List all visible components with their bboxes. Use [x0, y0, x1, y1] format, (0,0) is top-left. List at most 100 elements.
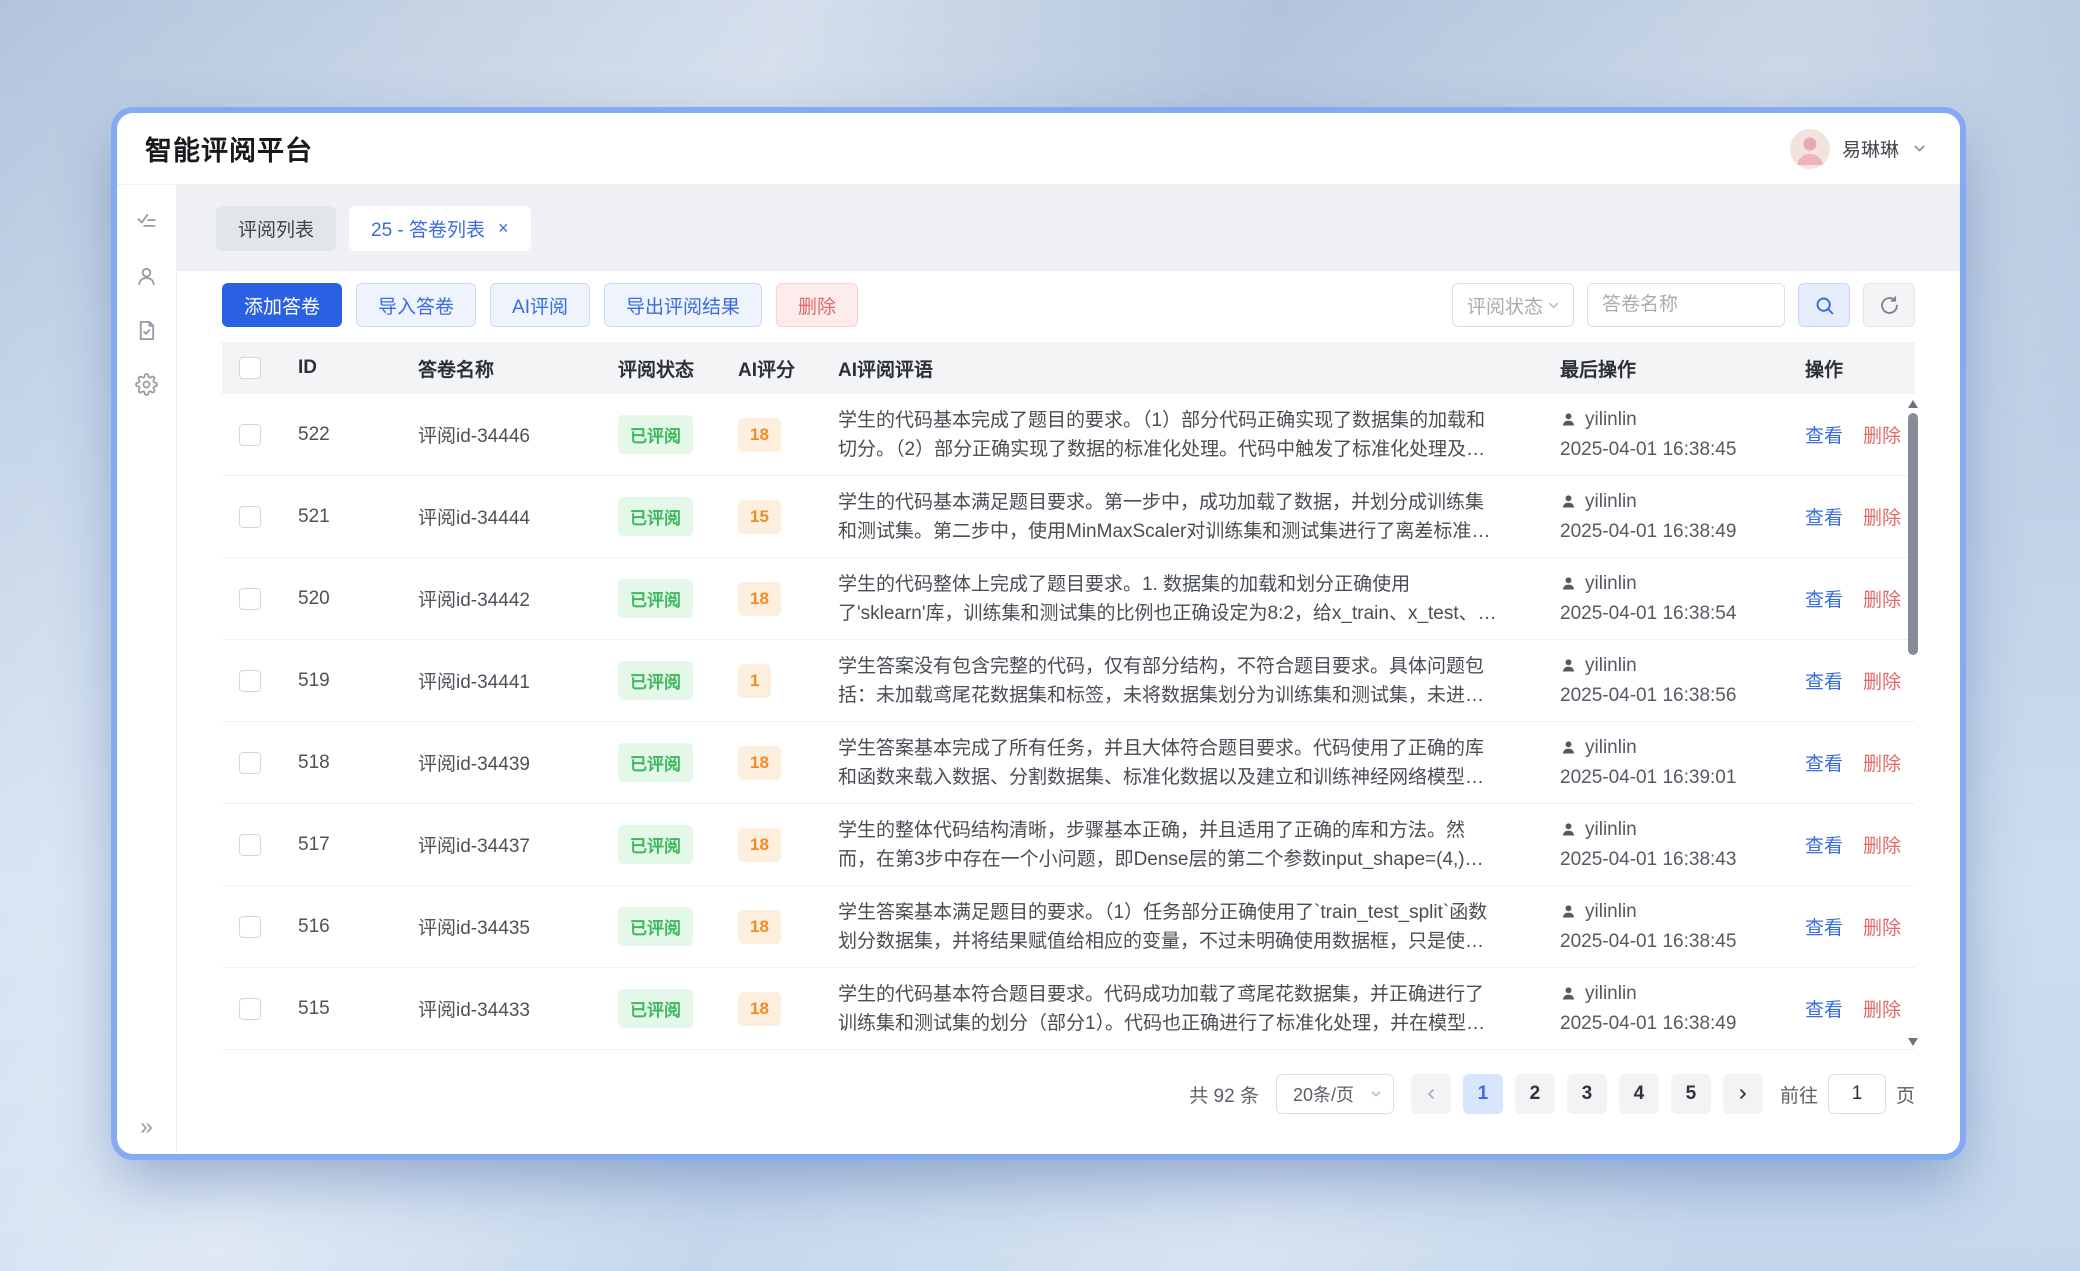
tab-bar: 评阅列表 25 - 答卷列表 × [177, 185, 1960, 271]
refresh-button[interactable] [1863, 283, 1915, 327]
page-button-3[interactable]: 3 [1567, 1074, 1607, 1114]
row-id: 522 [278, 424, 398, 446]
status-badge: 已评阅 [618, 661, 693, 700]
page-button-5[interactable]: 5 [1671, 1074, 1711, 1114]
row-operator: yilinlin [1585, 487, 1637, 517]
next-page-button[interactable] [1723, 1074, 1763, 1114]
table-row: 518 评阅id-34439 已评阅 18 学生答案基本完成了所有任务，并且大体… [222, 722, 1915, 804]
row-lastop: yilinlin 2025-04-01 16:38:43 [1540, 815, 1785, 875]
document-check-icon[interactable] [135, 319, 158, 342]
person-icon [1560, 575, 1577, 592]
col-id: ID [278, 357, 398, 379]
scroll-down-icon[interactable] [1908, 1038, 1918, 1046]
col-comment: AI评阅评语 [818, 355, 1540, 382]
filter-controls: 评阅状态 [1452, 283, 1915, 327]
total-count: 共 92 条 [1189, 1081, 1259, 1108]
tab-label: 25 - 答卷列表 [371, 215, 485, 242]
user-icon[interactable] [135, 265, 158, 288]
checklist-icon[interactable] [135, 211, 158, 234]
sidebar-expand-icon[interactable]: » [140, 1115, 153, 1138]
person-icon [1560, 575, 1577, 592]
row-lastop: yilinlin 2025-04-01 16:38:49 [1540, 979, 1785, 1039]
view-link[interactable]: 查看 [1805, 667, 1843, 694]
status-badge: 已评阅 [618, 743, 693, 782]
row-comment: 学生答案基本完成了所有任务，并且大体符合题目要求。代码使用了正确的库和函数来载入… [818, 734, 1540, 792]
delete-link[interactable]: 删除 [1863, 913, 1901, 940]
row-actions: 查看 删除 [1785, 585, 1915, 612]
view-link[interactable]: 查看 [1805, 585, 1843, 612]
view-link[interactable]: 查看 [1805, 749, 1843, 776]
delete-link[interactable]: 删除 [1863, 667, 1901, 694]
person-icon [1560, 821, 1577, 838]
app-title: 智能评阅平台 [145, 129, 313, 168]
tab-review-list[interactable]: 评阅列表 [216, 206, 336, 251]
delete-link[interactable]: 删除 [1863, 749, 1901, 776]
row-checkbox[interactable] [239, 506, 261, 528]
status-select[interactable]: 评阅状态 [1452, 283, 1574, 327]
user-menu[interactable]: 易琳琳 [1790, 129, 1928, 169]
ai-review-button[interactable]: AI评阅 [490, 283, 590, 327]
view-link[interactable]: 查看 [1805, 913, 1843, 940]
delete-link[interactable]: 删除 [1863, 995, 1901, 1022]
goto-page-input[interactable] [1828, 1074, 1886, 1114]
score-badge: 18 [738, 828, 781, 862]
view-link[interactable]: 查看 [1805, 503, 1843, 530]
table-scrollbar[interactable] [1907, 400, 1919, 1046]
row-timestamp: 2025-04-01 16:39:01 [1560, 763, 1785, 793]
delete-link[interactable]: 删除 [1863, 421, 1901, 448]
delete-button[interactable]: 删除 [776, 283, 858, 327]
page-button-2[interactable]: 2 [1515, 1074, 1555, 1114]
view-link[interactable]: 查看 [1805, 831, 1843, 858]
delete-link[interactable]: 删除 [1863, 585, 1901, 612]
page-size-select[interactable]: 20条/页 [1276, 1074, 1394, 1114]
row-id: 520 [278, 588, 398, 610]
row-id: 521 [278, 506, 398, 528]
row-comment: 学生答案没有包含完整的代码，仅有部分结构，不符合题目要求。具体问题包括：未加载鸢… [818, 652, 1540, 710]
view-link[interactable]: 查看 [1805, 421, 1843, 448]
export-results-button[interactable]: 导出评阅结果 [604, 283, 762, 327]
page-button-4[interactable]: 4 [1619, 1074, 1659, 1114]
row-checkbox[interactable] [239, 916, 261, 938]
row-timestamp: 2025-04-01 16:38:43 [1560, 845, 1785, 875]
scrollbar-thumb[interactable] [1908, 413, 1918, 655]
tab-answer-list[interactable]: 25 - 答卷列表 × [349, 206, 531, 251]
delete-link[interactable]: 删除 [1863, 831, 1901, 858]
scroll-up-icon[interactable] [1908, 400, 1918, 408]
import-answer-button[interactable]: 导入答卷 [356, 283, 476, 327]
row-actions: 查看 删除 [1785, 831, 1915, 858]
row-timestamp: 2025-04-01 16:38:54 [1560, 599, 1785, 629]
row-checkbox[interactable] [239, 424, 261, 446]
page-buttons: 1 2 3 4 5 [1411, 1074, 1763, 1114]
gear-icon[interactable] [135, 373, 158, 396]
row-checkbox[interactable] [239, 834, 261, 856]
select-all-checkbox[interactable] [239, 357, 261, 379]
delete-link[interactable]: 删除 [1863, 503, 1901, 530]
score-badge: 18 [738, 910, 781, 944]
add-answer-button[interactable]: 添加答卷 [222, 283, 342, 327]
row-checkbox[interactable] [239, 670, 261, 692]
answers-table: ID 答卷名称 评阅状态 AI评分 AI评阅评语 最后操作 操作 522 评阅i… [222, 342, 1915, 1050]
row-operator: yilinlin [1585, 815, 1637, 845]
person-icon [1560, 739, 1577, 756]
row-actions: 查看 删除 [1785, 913, 1915, 940]
row-checkbox[interactable] [239, 752, 261, 774]
row-timestamp: 2025-04-01 16:38:49 [1560, 517, 1785, 547]
score-badge: 18 [738, 582, 781, 616]
view-link[interactable]: 查看 [1805, 995, 1843, 1022]
close-icon[interactable]: × [498, 218, 509, 239]
page-size-value: 20条/页 [1293, 1081, 1354, 1107]
sidebar: » [117, 185, 177, 1154]
row-checkbox[interactable] [239, 998, 261, 1020]
tab-label: 评阅列表 [238, 215, 314, 242]
prev-page-button[interactable] [1411, 1074, 1451, 1114]
search-button[interactable] [1798, 283, 1850, 327]
row-checkbox[interactable] [239, 588, 261, 610]
person-icon [1560, 657, 1577, 674]
page-button-1[interactable]: 1 [1463, 1074, 1503, 1114]
table-row: 516 评阅id-34435 已评阅 18 学生答案基本满足题目的要求。（1）任… [222, 886, 1915, 968]
row-operator: yilinlin [1585, 979, 1637, 1009]
table-row: 520 评阅id-34442 已评阅 18 学生的代码整体上完成了题目要求。1.… [222, 558, 1915, 640]
row-comment: 学生的代码基本满足题目要求。第一步中，成功加载了数据，并划分成训练集和测试集。第… [818, 488, 1540, 546]
name-search-input[interactable] [1587, 283, 1785, 327]
person-icon [1560, 411, 1577, 428]
